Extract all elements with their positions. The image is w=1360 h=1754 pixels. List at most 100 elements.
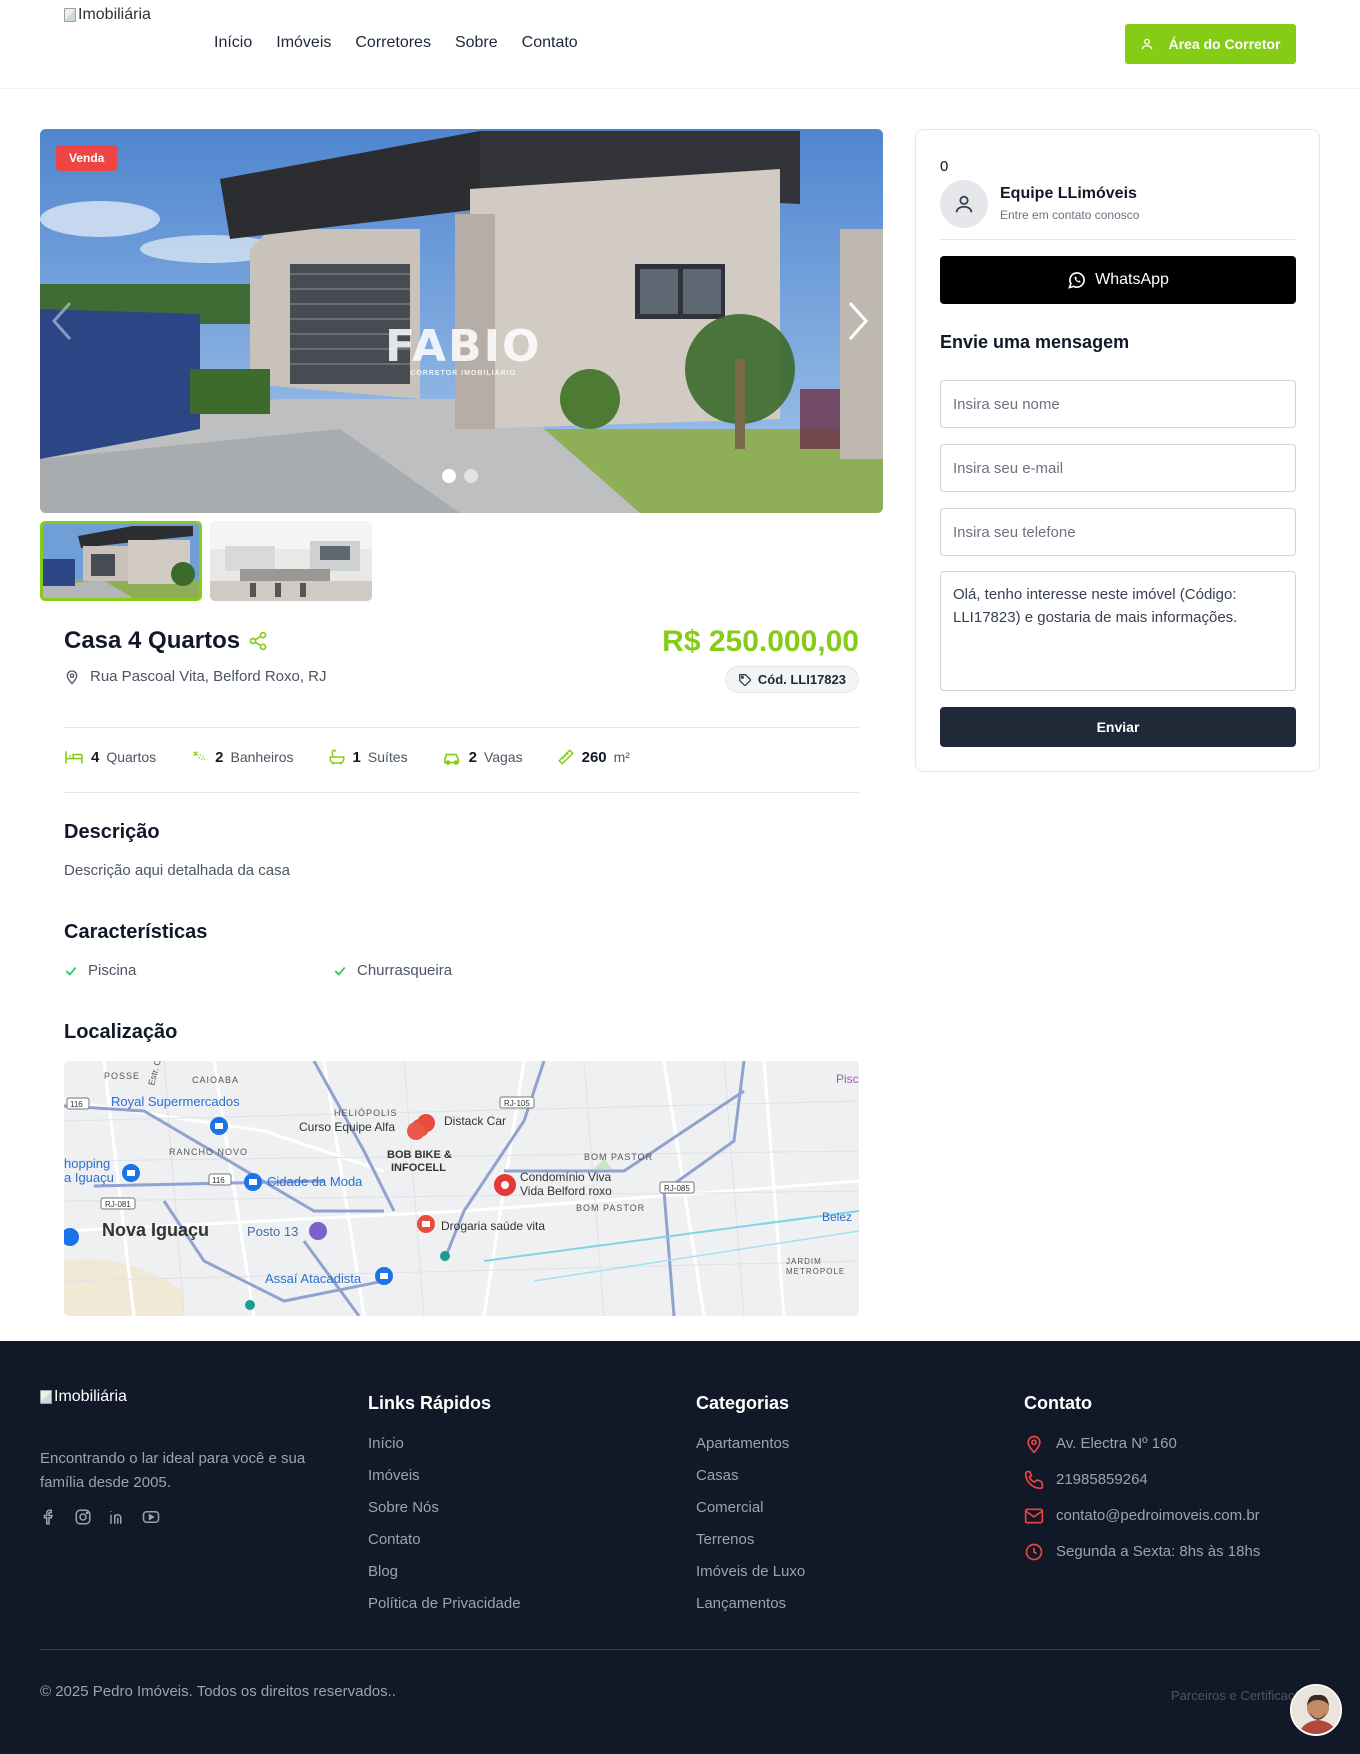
- send-button[interactable]: Enviar: [940, 707, 1296, 747]
- car-icon: [443, 753, 459, 765]
- chevron-left-icon[interactable]: [44, 297, 80, 345]
- feature-value: 2: [215, 748, 224, 766]
- carousel-dot-2[interactable]: [464, 469, 478, 483]
- footer-link[interactable]: Imóveis: [368, 1466, 521, 1486]
- category-link[interactable]: Lançamentos: [696, 1594, 805, 1614]
- category-link[interactable]: Imóveis de Luxo: [696, 1562, 805, 1582]
- map-road-label: RJ-081: [105, 1200, 131, 1209]
- nav-item-inicio[interactable]: Início: [214, 34, 252, 52]
- category-link[interactable]: Casas: [696, 1466, 805, 1486]
- chevron-right-icon[interactable]: [840, 297, 876, 345]
- category-link[interactable]: Apartamentos: [696, 1434, 805, 1454]
- map-marker[interactable]: [210, 1117, 228, 1135]
- map-marker[interactable]: [417, 1215, 435, 1233]
- map-label: CAIOABA: [192, 1075, 239, 1085]
- footer-link[interactable]: Política de Privacidade: [368, 1594, 521, 1614]
- site-header: Imobiliária Início Imóveis Corretores So…: [0, 0, 1360, 89]
- property-price: R$ 250.000,00: [662, 625, 859, 658]
- map-label: Belez: [822, 1210, 852, 1224]
- check-icon: [334, 966, 346, 976]
- name-input[interactable]: [940, 380, 1296, 428]
- characteristics-title: Características: [64, 921, 208, 943]
- phone-input[interactable]: [940, 508, 1296, 556]
- map-marker[interactable]: [375, 1267, 393, 1285]
- map-label: Nova Iguaçu: [102, 1220, 209, 1240]
- feature-value: 1: [352, 748, 361, 766]
- map-pin-icon: [1027, 1435, 1041, 1454]
- broker-area-button[interactable]: Área do Corretor: [1125, 24, 1296, 64]
- thumbnail-2[interactable]: [210, 521, 372, 601]
- contact-email[interactable]: contato@pedroimoveis.com.br: [1024, 1506, 1260, 1526]
- nav-item-corretores[interactable]: Corretores: [355, 34, 431, 52]
- whatsapp-icon: [1068, 272, 1085, 289]
- map-label: Royal Supermercados: [111, 1094, 240, 1109]
- facebook-icon[interactable]: [40, 1508, 58, 1526]
- contact-address: Av. Electra Nº 160: [1024, 1434, 1260, 1454]
- map-label: Cidade da Moda: [267, 1174, 363, 1189]
- nav-item-sobre[interactable]: Sobre: [455, 34, 498, 52]
- chat-avatar-button[interactable]: [1290, 1684, 1342, 1736]
- contact-title: Contato: [1024, 1393, 1092, 1413]
- share-icon[interactable]: [248, 630, 268, 652]
- location-title: Localização: [64, 1021, 178, 1043]
- nav-item-contato[interactable]: Contato: [522, 34, 578, 52]
- message-textarea[interactable]: Olá, tenho interesse neste imóvel (Códig…: [940, 571, 1296, 691]
- selected-location-pin[interactable]: [494, 1174, 516, 1196]
- instagram-icon[interactable]: [74, 1508, 92, 1526]
- carousel-dot-1[interactable]: [442, 469, 456, 483]
- social-links: [40, 1508, 160, 1526]
- watermark-main: FABIO: [385, 321, 542, 372]
- footer-tagline: Encontrando o lar ideal para você e sua …: [40, 1450, 306, 1491]
- whatsapp-button[interactable]: WhatsApp: [940, 256, 1296, 304]
- location-map[interactable]: POSSE CAIOABA Royal Supermercados HELIÓP…: [64, 1061, 859, 1316]
- footer-link[interactable]: Contato: [368, 1530, 521, 1550]
- characteristic-label: Churrasqueira: [357, 962, 453, 979]
- footer-link[interactable]: Início: [368, 1434, 521, 1454]
- footer-link[interactable]: Sobre Nós: [368, 1498, 521, 1518]
- map-marker[interactable]: [122, 1164, 140, 1182]
- counter-text: 0: [940, 158, 949, 175]
- contact-list: Av. Electra Nº 160 21985859264 contato@p…: [1024, 1434, 1260, 1562]
- nav-item-imoveis[interactable]: Imóveis: [276, 34, 331, 52]
- category-link[interactable]: Terrenos: [696, 1530, 805, 1550]
- footer-logo[interactable]: Imobiliária: [40, 1388, 127, 1406]
- bed-icon: [65, 751, 83, 764]
- map-marker[interactable]: [244, 1173, 262, 1191]
- map-road-label: 116: [70, 1100, 83, 1109]
- map-label: INFOCELL: [391, 1162, 446, 1174]
- contact-phone-text: 21985859264: [1056, 1471, 1148, 1488]
- map-label: RANCHO NOVO: [169, 1147, 248, 1157]
- map-label: Condomínio Viva: [520, 1170, 611, 1184]
- description-title: Descrição: [64, 821, 160, 843]
- category-link[interactable]: Comercial: [696, 1498, 805, 1518]
- footer-link[interactable]: Blog: [368, 1562, 521, 1582]
- site-logo[interactable]: Imobiliária: [64, 6, 151, 24]
- email-input[interactable]: [940, 444, 1296, 492]
- map-label: BOM PASTOR: [584, 1152, 653, 1162]
- characteristic-item: Churrasqueira: [333, 962, 452, 979]
- sale-badge: Venda: [56, 145, 118, 171]
- feature-label: m²: [613, 749, 630, 765]
- divider: [40, 1649, 1320, 1650]
- youtube-icon[interactable]: [142, 1508, 160, 1526]
- description-text: Descrição aqui detalhada da casa: [64, 862, 290, 879]
- contact-email-text: contato@pedroimoveis.com.br: [1056, 1507, 1260, 1524]
- contact-phone[interactable]: 21985859264: [1024, 1470, 1260, 1490]
- map-marker[interactable]: [245, 1300, 255, 1310]
- property-code-text: Cód. LLI17823: [757, 672, 846, 687]
- characteristic-label: Piscina: [88, 962, 137, 979]
- map-marker[interactable]: [440, 1251, 450, 1261]
- feature-value: 4: [91, 748, 100, 766]
- thumbnail-1[interactable]: [40, 521, 202, 601]
- linkedin-icon[interactable]: [108, 1508, 126, 1526]
- check-icon: [65, 966, 77, 976]
- contact-hours-text: Segunda a Sexta: 8hs às 18hs: [1056, 1543, 1261, 1560]
- feature-label: Quartos: [106, 749, 157, 765]
- map-marker[interactable]: [309, 1222, 327, 1240]
- mail-icon: [1024, 1508, 1044, 1524]
- property-photo-carousel[interactable]: FABIO CORRETOR IMOBILIÁRIO Venda: [40, 129, 883, 513]
- feature-area: 260 m²: [557, 748, 630, 766]
- property-address: Rua Pascoal Vita, Belford Roxo, RJ: [64, 668, 327, 685]
- phone-icon: [1024, 1470, 1044, 1490]
- map-label: JARDIM: [786, 1257, 822, 1266]
